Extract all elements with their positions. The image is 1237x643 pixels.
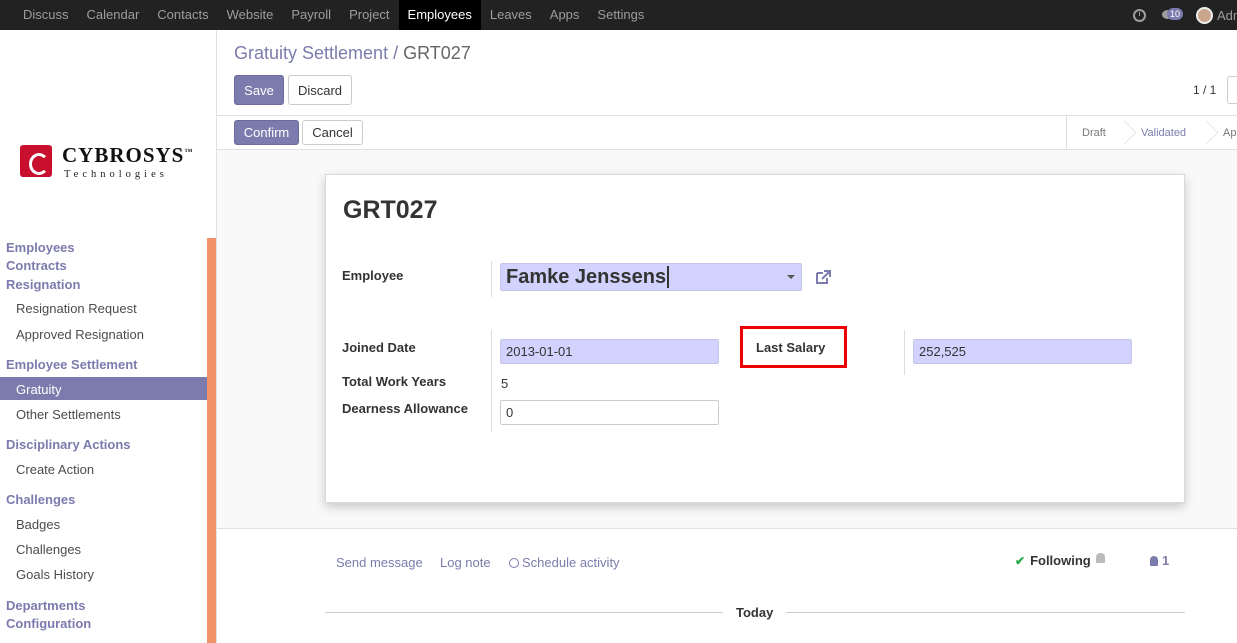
company-logo: CYBROSYS™ Technologies — [20, 115, 210, 185]
dearness-allowance-label: Dearness Allowance — [342, 401, 468, 416]
sidebar-item-resignation-request[interactable]: Resignation Request — [16, 301, 137, 316]
breadcrumb: Gratuity Settlement / GRT027 — [234, 43, 471, 64]
sidebar-section-resignation[interactable]: Resignation — [6, 277, 80, 292]
user-avatar[interactable] — [1196, 6, 1213, 24]
followers-button[interactable]: 1 — [1150, 553, 1169, 568]
joined-date-label: Joined Date — [342, 340, 416, 355]
field-divider — [491, 330, 492, 432]
sidebar: CYBROSYS™ Technologies Employees Contrac… — [0, 30, 217, 643]
sidebar-item-label: Gratuity — [16, 382, 62, 397]
person-icon — [1150, 555, 1158, 566]
menu-leaves[interactable]: Leaves — [481, 0, 541, 30]
app-menu: Discuss Calendar Contacts Website Payrol… — [14, 0, 653, 30]
menu-payroll[interactable]: Payroll — [282, 0, 340, 30]
menu-employees[interactable]: Employees — [398, 0, 481, 30]
messages-count-badge: 10 — [1167, 8, 1184, 20]
stage-draft[interactable]: Draft — [1082, 116, 1106, 149]
systray: 10 Adm — [1133, 0, 1237, 30]
activity-clock-icon[interactable] — [1133, 8, 1146, 22]
followers-count: 1 — [1162, 553, 1170, 568]
log-note-link[interactable]: Log note — [440, 555, 491, 570]
sidebar-section-departments[interactable]: Departments — [6, 598, 85, 613]
sidebar-item-challenges[interactable]: Challenges — [16, 542, 81, 557]
sidebar-item-create-action[interactable]: Create Action — [16, 462, 94, 477]
user-name[interactable]: Adm — [1217, 8, 1237, 23]
field-divider — [904, 330, 905, 375]
last-salary-field[interactable]: 252,525 — [913, 339, 1132, 364]
following-label: Following — [1030, 553, 1091, 568]
logo-tagline: Technologies — [64, 169, 168, 180]
sidebar-scrollbar[interactable] — [207, 238, 216, 643]
top-navbar: Discuss Calendar Contacts Website Payrol… — [0, 0, 1237, 30]
send-message-link[interactable]: Send message — [336, 555, 423, 570]
sidebar-item-gratuity[interactable]: Gratuity — [0, 377, 207, 400]
sidebar-section-challenges[interactable]: Challenges — [6, 492, 75, 507]
clock-icon — [509, 557, 519, 568]
menu-discuss[interactable]: Discuss — [14, 0, 78, 30]
today-divider-left — [325, 612, 723, 613]
field-divider — [491, 261, 492, 297]
dearness-allowance-value: 0 — [506, 405, 514, 420]
save-button[interactable]: Save — [234, 75, 284, 105]
sidebar-section-configuration[interactable]: Configuration — [6, 616, 91, 631]
text-cursor — [667, 266, 670, 288]
divider — [217, 528, 1237, 529]
logo-brand: CYBROSYS™ — [62, 143, 194, 167]
total-work-years-value: 5 — [501, 376, 509, 391]
menu-settings[interactable]: Settings — [588, 0, 653, 30]
today-label: Today — [736, 605, 774, 620]
pager-value[interactable]: 1 / 1 — [1193, 83, 1216, 97]
cybrosys-logo-icon — [20, 145, 52, 177]
breadcrumb-current: GRT027 — [403, 43, 471, 63]
dearness-allowance-input[interactable]: 0 — [500, 400, 719, 425]
today-divider-right — [786, 612, 1185, 613]
statusbar-divider — [1066, 116, 1067, 149]
record-title: GRT027 — [343, 196, 438, 224]
menu-apps[interactable]: Apps — [541, 0, 589, 30]
bell-icon[interactable] — [1096, 553, 1105, 563]
stage-chevron — [1118, 116, 1130, 149]
sidebar-item-contracts[interactable]: Contracts — [6, 258, 67, 273]
breadcrumb-parent[interactable]: Gratuity Settlement — [234, 43, 388, 63]
last-salary-value: 252,525 — [919, 344, 966, 359]
joined-date-value: 2013-01-01 — [506, 344, 573, 359]
employee-value: Famke Jenssens — [506, 265, 667, 288]
check-icon: ✔ — [1015, 553, 1026, 568]
sidebar-item-badges[interactable]: Badges — [16, 517, 60, 532]
confirm-button[interactable]: Confirm — [234, 120, 299, 145]
menu-website[interactable]: Website — [218, 0, 283, 30]
stage-approved[interactable]: Ap — [1223, 116, 1236, 149]
sidebar-item-other-settlements[interactable]: Other Settlements — [16, 407, 121, 422]
menu-contacts[interactable]: Contacts — [148, 0, 217, 30]
schedule-activity-label: Schedule activity — [522, 555, 620, 570]
employee-select[interactable]: Famke Jenssens — [500, 263, 802, 291]
sidebar-section-employee-settlement[interactable]: Employee Settlement — [6, 357, 138, 372]
pager-previous-button[interactable] — [1227, 76, 1237, 104]
menu-calendar[interactable]: Calendar — [78, 0, 149, 30]
sidebar-item-approved-resignation[interactable]: Approved Resignation — [16, 327, 144, 342]
last-salary-label: Last Salary — [756, 340, 826, 355]
breadcrumb-separator: / — [393, 43, 399, 63]
discard-button[interactable]: Discard — [288, 75, 352, 105]
menu-project[interactable]: Project — [340, 0, 398, 30]
joined-date-field[interactable]: 2013-01-01 — [500, 339, 719, 364]
cancel-button[interactable]: Cancel — [302, 120, 363, 145]
chevron-down-icon[interactable] — [787, 275, 795, 279]
messages-icon[interactable]: 10 — [1162, 7, 1188, 23]
following-button[interactable]: ✔ Following — [1015, 553, 1091, 568]
employee-label: Employee — [342, 268, 404, 283]
form-sheet: GRT027 Employee Famke Jenssens Joined Da… — [325, 174, 1185, 503]
external-link-icon[interactable] — [815, 269, 832, 285]
stage-chevron — [1200, 116, 1212, 149]
schedule-activity-link[interactable]: Schedule activity — [509, 555, 620, 570]
total-work-years-label: Total Work Years — [342, 374, 447, 389]
sidebar-item-goals-history[interactable]: Goals History — [16, 567, 94, 582]
sidebar-item-employees[interactable]: Employees — [6, 240, 75, 255]
sidebar-section-disciplinary-actions[interactable]: Disciplinary Actions — [6, 437, 131, 452]
stage-validated[interactable]: Validated — [1141, 116, 1186, 149]
